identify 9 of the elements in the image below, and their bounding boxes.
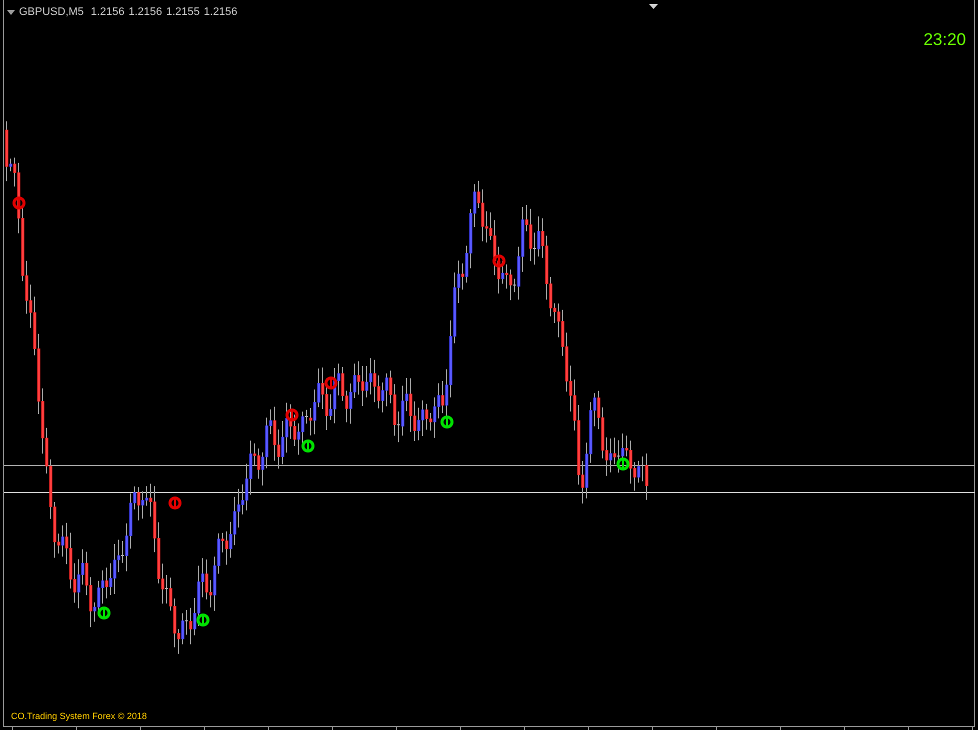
copyright-footer: CO.Trading System Forex © 2018 xyxy=(11,711,147,722)
clock-time: 23:20 xyxy=(923,30,966,50)
shift-marker-icon[interactable] xyxy=(649,4,658,9)
price-quote: 1.2155 xyxy=(166,6,200,19)
dropdown-triangle-icon[interactable] xyxy=(7,10,15,15)
symbol-timeframe: GBPUSD,M5 xyxy=(19,6,84,19)
price-quote: 1.2156 xyxy=(90,6,124,19)
price-quote: 1.2156 xyxy=(204,6,238,19)
price-quote: 1.2156 xyxy=(128,6,162,19)
